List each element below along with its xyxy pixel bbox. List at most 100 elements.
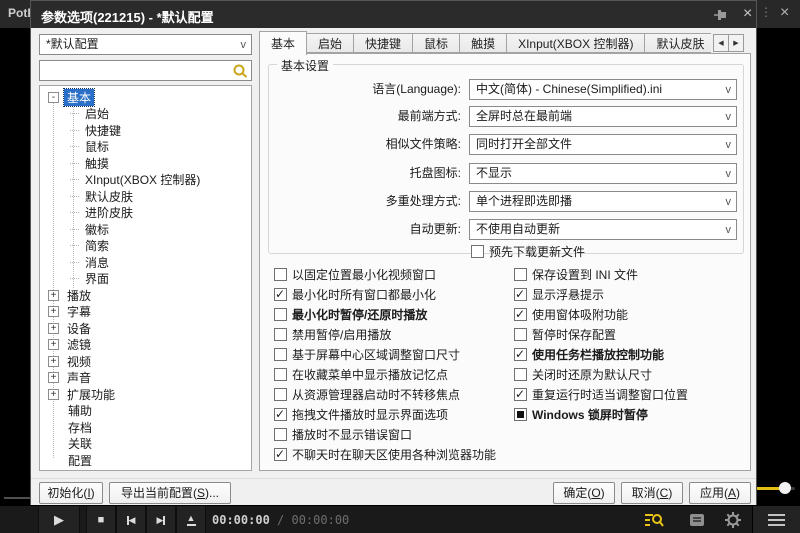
multi-instance-select[interactable]: 单个进程即选即播v xyxy=(469,191,737,212)
tree-item[interactable]: 辅助 xyxy=(40,403,251,420)
dialog-close-icon[interactable]: × xyxy=(739,4,756,24)
option-checkbox[interactable]: 显示浮悬提示 xyxy=(514,284,604,304)
tree-item-label: 鼠标 xyxy=(82,138,112,155)
tree-expander-icon[interactable] xyxy=(48,356,59,367)
option-checkbox[interactable]: 从资源管理器启动时不转移焦点 xyxy=(274,384,460,404)
tree-expander-icon[interactable] xyxy=(48,306,59,317)
pin-icon[interactable] xyxy=(713,8,729,22)
message-panel-button[interactable] xyxy=(686,512,708,528)
tree-item[interactable]: 鼠标 xyxy=(40,139,251,156)
next-button[interactable]: ▶ xyxy=(146,506,176,533)
tree-item[interactable]: 界面 xyxy=(40,271,251,288)
tree-item[interactable]: 默认皮肤 xyxy=(40,188,251,205)
option-checkbox[interactable]: 关闭时还原为默认尺寸 xyxy=(514,364,652,384)
search-input[interactable] xyxy=(42,62,227,79)
tree-item[interactable]: 关联 xyxy=(40,436,251,453)
tab[interactable]: 基本 xyxy=(259,31,307,55)
tab[interactable]: 触摸 xyxy=(459,33,507,53)
tab[interactable]: 默认皮肤 xyxy=(644,33,711,53)
tree-item[interactable]: 存档 xyxy=(40,419,251,436)
option-checkbox[interactable]: 不聊天时在聊天区使用各种浏览器功能 xyxy=(274,444,496,464)
tree-item[interactable]: 字幕 xyxy=(40,304,251,321)
search-icon[interactable] xyxy=(232,63,248,82)
stop-button[interactable]: ■ xyxy=(86,506,116,533)
settings-tree: 基本 启始 快捷键 鼠标 触摸 XInput(XBOX 控制器) xyxy=(39,85,252,471)
profile-select[interactable]: *默认配置 v xyxy=(39,34,252,55)
tree-item[interactable]: XInput(XBOX 控制器) xyxy=(40,172,251,189)
option-checkbox[interactable]: 在收藏菜单中显示播放记忆点 xyxy=(274,364,448,384)
tree-expander-icon[interactable] xyxy=(48,389,59,400)
playlist-search-button[interactable] xyxy=(643,512,665,528)
tree-expander-icon[interactable] xyxy=(48,92,59,103)
language-select[interactable]: 中文(简体) - Chinese(Simplified).iniv xyxy=(469,79,737,100)
option-checkbox[interactable]: 基于屏幕中心区域调整窗口尺寸 xyxy=(274,344,460,364)
tree-expander-icon[interactable] xyxy=(48,339,59,350)
tree-item[interactable]: 进阶皮肤 xyxy=(40,205,251,222)
tab[interactable]: 启始 xyxy=(306,33,354,53)
tree-item[interactable]: 快捷键 xyxy=(40,122,251,139)
tree-item[interactable]: 滤镜 xyxy=(40,337,251,354)
option-checkbox[interactable]: 暂停时保存配置 xyxy=(514,324,616,344)
tree-item-label: 声音 xyxy=(64,369,94,386)
settings-button[interactable] xyxy=(722,512,744,528)
previous-button[interactable]: ◀ xyxy=(116,506,146,533)
tree-item[interactable]: 简索 xyxy=(40,238,251,255)
tree-expander-icon[interactable] xyxy=(48,290,59,301)
auto-update-select[interactable]: 不使用自动更新v xyxy=(469,219,737,240)
tree-expander-icon[interactable] xyxy=(48,372,59,383)
checkbox-label: 最小化时暂停/还原时播放 xyxy=(292,306,427,323)
chevron-down-icon: v xyxy=(726,193,732,212)
option-checkbox[interactable]: 使用任务栏播放控制功能 xyxy=(514,344,664,364)
similar-files-select[interactable]: 同时打开全部文件v xyxy=(469,134,737,155)
tree-item[interactable]: 触摸 xyxy=(40,155,251,172)
checkbox-icon xyxy=(274,388,287,401)
tree-item[interactable]: 视频 xyxy=(40,353,251,370)
tree-item[interactable]: 设备 xyxy=(40,320,251,337)
apply-button[interactable]: 应用(A) xyxy=(689,482,751,504)
seekbar[interactable] xyxy=(4,497,30,499)
checkbox-predownload-update[interactable]: 预先下载更新文件 xyxy=(471,241,585,261)
option-checkbox[interactable]: 拖拽文件播放时显示界面选项 xyxy=(274,404,448,424)
dialog-titlebar: 参数选项(221215) - *默认配置 × xyxy=(31,1,756,28)
option-checkbox[interactable]: 使用窗体吸附功能 xyxy=(514,304,628,324)
tab-scroll-left-button[interactable]: ◀ xyxy=(713,34,729,52)
tab[interactable]: 快捷键 xyxy=(353,33,413,53)
play-icon: ▶ xyxy=(54,512,64,528)
tree-item[interactable]: 配置 xyxy=(40,452,251,469)
option-checkbox[interactable]: 最小化时暂停/还原时播放 xyxy=(274,304,427,324)
play-button[interactable]: ▶ xyxy=(38,506,80,533)
tree-item[interactable]: 声音 xyxy=(40,370,251,387)
tab-scroll-right-button[interactable]: ▶ xyxy=(728,34,744,52)
main-close-icon[interactable]: × xyxy=(780,3,789,23)
topmost-select[interactable]: 全屏时总在最前端v xyxy=(469,106,737,127)
option-checkbox[interactable]: 最小化时所有窗口都最小化 xyxy=(274,284,436,304)
option-checkbox[interactable]: 禁用暂停/启用播放 xyxy=(274,324,391,344)
cancel-button[interactable]: 取消(C) xyxy=(621,482,683,504)
open-media-button[interactable]: ▲ xyxy=(176,506,206,533)
option-checkbox[interactable]: 以固定位置最小化视频窗口 xyxy=(274,264,436,284)
tab-label: 快捷键 xyxy=(365,35,401,52)
ok-button[interactable]: 确定(O) xyxy=(553,482,615,504)
option-checkbox[interactable]: Windows 锁屏时暂停 xyxy=(514,404,648,424)
tree-item[interactable]: 消息 xyxy=(40,254,251,271)
tab[interactable]: XInput(XBOX 控制器) xyxy=(506,33,645,53)
initialize-button[interactable]: 初始化(I) xyxy=(39,482,103,504)
tree-item[interactable]: 播放 xyxy=(40,287,251,304)
tree-expander-icon[interactable] xyxy=(48,323,59,334)
tab[interactable]: 鼠标 xyxy=(412,33,460,53)
tree-item-label: 快捷键 xyxy=(82,122,124,139)
option-checkbox[interactable]: 播放时不显示错误窗口 xyxy=(274,424,412,444)
tree-item[interactable]: 徽标 xyxy=(40,221,251,238)
menu-button[interactable] xyxy=(752,506,800,533)
tray-icon-select[interactable]: 不显示v xyxy=(469,163,737,184)
volume-knob[interactable] xyxy=(779,482,791,494)
tree-item[interactable]: 基本 xyxy=(40,89,251,106)
export-config-button[interactable]: 导出当前配置(S)... xyxy=(109,482,231,504)
option-checkbox[interactable]: 重复运行时适当调整窗口位置 xyxy=(514,384,688,404)
tree-item[interactable]: 启始 xyxy=(40,106,251,123)
more-options-icon[interactable]: ⋮ xyxy=(760,5,772,19)
tab-label: 鼠标 xyxy=(424,35,448,52)
option-checkbox[interactable]: 保存设置到 INI 文件 xyxy=(514,264,638,284)
tree-item[interactable]: 扩展功能 xyxy=(40,386,251,403)
checkbox-icon xyxy=(514,268,527,281)
